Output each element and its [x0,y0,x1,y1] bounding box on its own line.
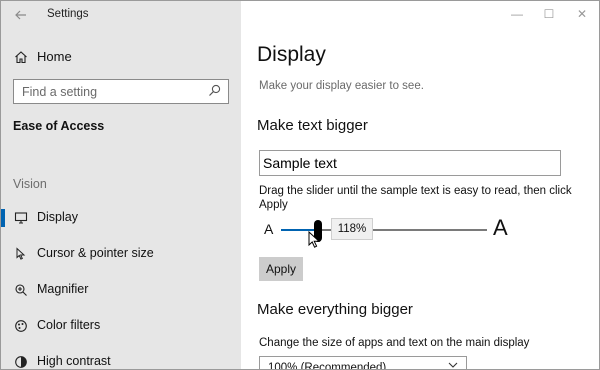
color-filters-icon [13,318,29,334]
settings-window: Settings Home Ease of Access Vision [0,0,600,370]
main-content: Display Make your display easier to see.… [241,1,599,370]
slider-small-label: A [264,221,274,237]
section-heading-text-bigger: Make text bigger [257,117,368,134]
sidebar-item-cursor-pointer-size[interactable]: Cursor & pointer size [1,239,241,269]
sidebar-item-magnifier[interactable]: Magnifier [1,275,241,305]
app-title: Settings [47,8,89,20]
sidebar-item-label: Magnifier [37,282,89,296]
back-button[interactable] [11,5,31,25]
page-subtitle: Make your display easier to see. [259,80,424,92]
sample-text-box: Sample text [259,150,561,176]
sidebar-item-display[interactable]: Display [1,203,241,233]
chevron-down-icon [448,362,458,368]
sidebar-item-label: Cursor & pointer size [37,246,154,260]
search-input[interactable] [14,80,204,103]
sidebar-item-label: High contrast [37,354,111,368]
scale-hint: Change the size of apps and text on the … [259,337,530,349]
nav-home-label: Home [37,49,72,64]
magnifier-icon [13,282,29,298]
back-arrow-icon [15,10,26,20]
category-heading: Ease of Access [13,119,105,133]
scale-dropdown-value: 100% (Recommended) [268,362,387,370]
sidebar-item-high-contrast[interactable]: High contrast [1,347,241,369]
slider-large-label: A [493,215,508,240]
sidebar-item-label: Display [37,210,78,224]
slider-hint: Drag the slider until the sample text is… [259,185,572,211]
sidebar: Settings Home Ease of Access Vision [1,1,241,369]
cursor-icon [13,246,29,262]
high-contrast-icon [13,354,29,369]
text-size-slider: A 118% A [259,215,599,248]
home-icon [13,49,29,65]
nav-home[interactable]: Home [1,43,241,71]
sidebar-item-label: Color filters [37,318,101,332]
slider-value-tooltip: 118% [331,218,373,240]
sidebar-item-color-filters[interactable]: Color filters [1,311,241,341]
section-heading-everything-bigger: Make everything bigger [257,301,413,318]
search-icon[interactable] [208,84,222,98]
title-bar: Settings [1,1,241,29]
mouse-pointer-icon [308,231,321,248]
group-label-vision: Vision [13,177,47,191]
scale-dropdown[interactable]: 100% (Recommended) [259,356,467,370]
search-box [13,79,229,104]
apply-button[interactable]: Apply [259,257,303,281]
display-icon [13,210,29,226]
page-title: Display [257,43,326,66]
